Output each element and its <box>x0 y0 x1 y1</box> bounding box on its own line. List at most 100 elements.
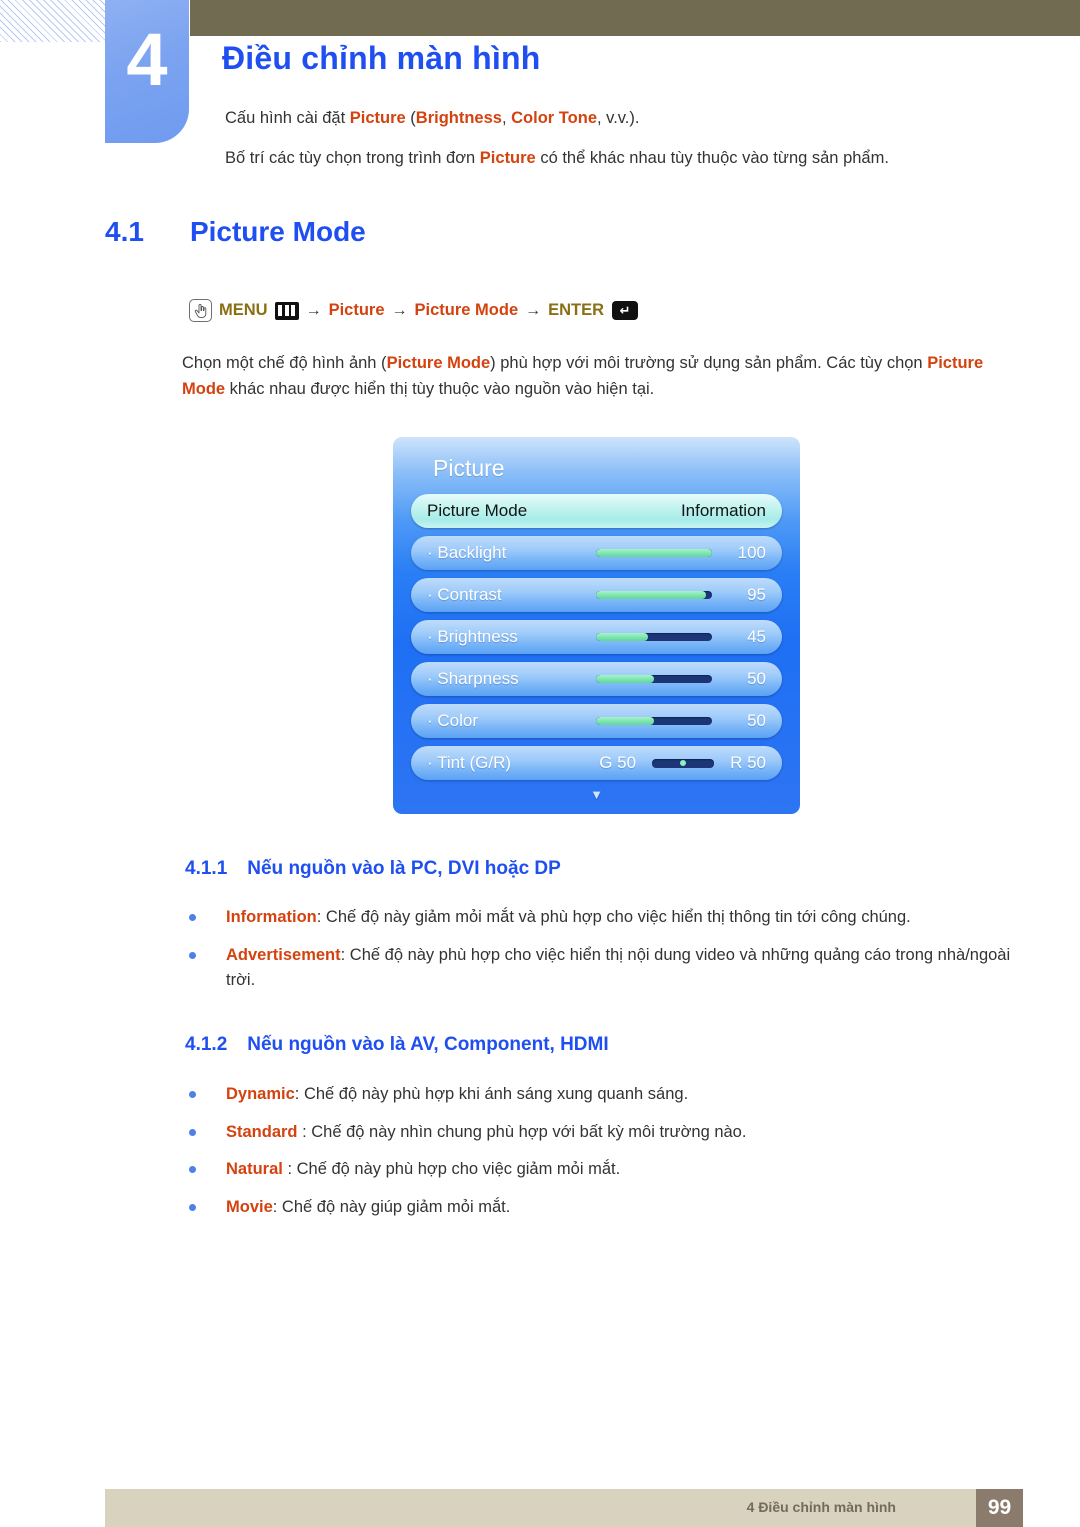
osd-row-slider[interactable] <box>596 591 712 599</box>
list-item-description: : Chế độ này phù hợp cho việc hiển thị n… <box>226 945 1011 990</box>
osd-row-label: · Tint (G/R) <box>427 753 512 772</box>
intro-text-c: , <box>501 109 512 127</box>
section-title: Picture Mode <box>189 216 366 247</box>
osd-menu-panel: Picture Picture Mode Information · Backl… <box>393 437 800 814</box>
osd-row-label: · Sharpness <box>427 669 519 688</box>
para-text-b: ) phù hợp với môi trường sử dụng sản phẩ… <box>490 354 928 372</box>
bullet-dot-icon <box>189 1128 196 1136</box>
subsection-2-bullet-list: Dynamic: Chế độ này phù hợp khi ánh sáng… <box>185 1082 1017 1232</box>
path-item-picture: Picture <box>328 301 385 319</box>
list-item-keyword: Standard <box>226 1122 298 1141</box>
intro-text-a: Cấu hình cài đặt <box>225 109 350 127</box>
list-item-keyword: Dynamic <box>226 1085 295 1103</box>
intro-keyword-color-tone: Color Tone <box>511 109 597 127</box>
intro2-keyword-picture: Picture <box>479 149 536 167</box>
list-item: Information: Chế độ này giảm mỏi mắt và … <box>185 905 1017 931</box>
osd-row-slider[interactable] <box>596 675 712 683</box>
footer-page-number: 99 <box>976 1489 1023 1527</box>
tint-red-value: R 50 <box>730 753 766 772</box>
osd-row-label: · Backlight <box>427 543 507 562</box>
slider-fill <box>596 633 649 641</box>
subsection-2-number: 4.1.2 <box>185 1034 228 1055</box>
chapter-title: Điều chỉnh màn hình <box>222 40 541 76</box>
list-item-keyword: Movie <box>226 1197 273 1216</box>
section-description: Chọn một chế độ hình ảnh (Picture Mode) … <box>182 350 1016 402</box>
list-item-text: Information: Chế độ này giảm mỏi mắt và … <box>226 905 1017 931</box>
list-item: Movie: Chế độ này giúp giảm mỏi mắt. <box>185 1195 1017 1221</box>
list-item-description: : Chế độ này nhìn chung phù hợp với bất … <box>297 1122 747 1141</box>
para-text-a: Chọn một chế độ hình ảnh ( <box>182 354 387 372</box>
path-arrow-2: → <box>391 301 408 319</box>
footer-chapter-label: 4 Điều chỉnh màn hình <box>746 1499 896 1515</box>
osd-row-backlight[interactable]: · Backlight 100 <box>411 536 782 570</box>
osd-row-tint[interactable]: · Tint (G/R) G 50 R 50 <box>411 746 782 780</box>
intro2-text-a: Bố trí các tùy chọn trong trình đơn <box>225 149 480 167</box>
osd-row-value: 95 <box>747 585 766 604</box>
para-keyword-1: Picture Mode <box>386 354 491 372</box>
chapter-intro-line-1: Cấu hình cài đặt Picture (Brightness, Co… <box>225 106 1015 131</box>
osd-row-contrast[interactable]: · Contrast 95 <box>411 578 782 612</box>
bullet-dot-icon <box>189 1091 196 1098</box>
menu-path-breadcrumb: MENU → Picture → Picture Mode → ENTER ↵ <box>189 299 639 322</box>
osd-row-value: 50 <box>747 711 766 730</box>
osd-row-slider[interactable] <box>596 549 712 557</box>
menu-bars-icon <box>274 301 299 320</box>
bullet-dot-icon <box>189 951 196 959</box>
osd-row-brightness[interactable]: · Brightness 45 <box>411 620 782 654</box>
list-item-keyword: Advertisement <box>226 945 341 964</box>
tint-slider[interactable] <box>652 758 715 768</box>
chapter-number: 4 <box>126 17 168 101</box>
hand-pointer-icon <box>189 299 212 322</box>
footer-bar: 4 Điều chỉnh màn hình <box>105 1489 976 1527</box>
list-item-keyword: Natural <box>226 1160 283 1179</box>
osd-scroll-down-indicator[interactable]: ▼ <box>411 788 782 801</box>
list-item-description: : Chế độ này giúp giảm mỏi mắt. <box>272 1197 511 1216</box>
osd-row-picture-mode[interactable]: Picture Mode Information <box>411 494 782 528</box>
osd-row-slider[interactable] <box>596 717 712 725</box>
list-item: Standard : Chế độ này nhìn chung phù hợp… <box>185 1120 1017 1146</box>
menu-label: MENU <box>219 301 268 319</box>
chapter-intro-line-2: Bố trí các tùy chọn trong trình đơn Pict… <box>225 146 1015 171</box>
osd-row-slider[interactable] <box>596 633 712 641</box>
list-item-description: : Chế độ này phù hợp khi ánh sáng xung q… <box>294 1085 689 1103</box>
intro-text-b: ( <box>405 109 416 127</box>
section-number: 4.1 <box>105 216 144 247</box>
osd-row-value: 100 <box>737 543 766 562</box>
intro-text-d: , v.v.). <box>597 109 640 127</box>
decorative-hatch-pattern <box>0 0 105 42</box>
enter-return-icon: ↵ <box>612 301 639 320</box>
osd-row-label: Picture Mode <box>427 501 528 520</box>
osd-row-value: Information <box>680 501 766 520</box>
bullet-dot-icon <box>189 1203 196 1211</box>
list-item-text: Advertisement: Chế độ này phù hợp cho vi… <box>226 943 1017 994</box>
subsection-1-heading: 4.1.1 Nếu nguồn vào là PC, DVI hoặc DP <box>185 858 561 880</box>
slider-fill <box>596 675 654 683</box>
slider-fill <box>596 549 712 557</box>
path-arrow-1: → <box>305 301 322 319</box>
osd-row-color[interactable]: · Color 50 <box>411 704 782 738</box>
osd-row-label: · Contrast <box>427 585 502 604</box>
para-text-c: khác nhau được hiển thị tùy thuộc vào ng… <box>225 380 655 399</box>
list-item-text: Natural : Chế độ này phù hợp cho việc gi… <box>226 1157 1017 1183</box>
list-item-description: : Chế độ này giảm mỏi mắt và phù hợp cho… <box>316 908 911 926</box>
osd-row-sharpness[interactable]: · Sharpness 50 <box>411 662 782 696</box>
subsection-1-title: Nếu nguồn vào là PC, DVI hoặc DP <box>247 858 561 879</box>
subsection-2-title: Nếu nguồn vào là AV, Component, HDMI <box>247 1034 609 1055</box>
slider-fill <box>596 591 707 599</box>
osd-slider-rows: · Backlight 100 · Contrast 95 · Brightness 45… <box>411 536 782 738</box>
subsection-2-heading: 4.1.2 Nếu nguồn vào là AV, Component, HD… <box>185 1034 609 1056</box>
tint-slider-thumb[interactable] <box>680 760 687 766</box>
bullet-dot-icon <box>189 914 196 921</box>
tint-control[interactable]: G 50 R 50 <box>599 753 766 773</box>
enter-label: ENTER <box>548 301 605 319</box>
intro2-text-b: có thể khác nhau tùy thuộc vào từng sản … <box>535 149 889 167</box>
header-olive-bar <box>190 0 1080 36</box>
osd-row-value: 45 <box>747 627 766 646</box>
osd-row-label: · Color <box>427 711 479 730</box>
osd-title: Picture <box>433 455 505 481</box>
osd-row-label: · Brightness <box>427 627 518 646</box>
list-item: Natural : Chế độ này phù hợp cho việc gi… <box>185 1157 1017 1183</box>
list-item-text: Dynamic: Chế độ này phù hợp khi ánh sáng… <box>226 1082 1017 1108</box>
intro-keyword-picture: Picture <box>349 109 406 127</box>
path-arrow-3: → <box>525 301 542 319</box>
